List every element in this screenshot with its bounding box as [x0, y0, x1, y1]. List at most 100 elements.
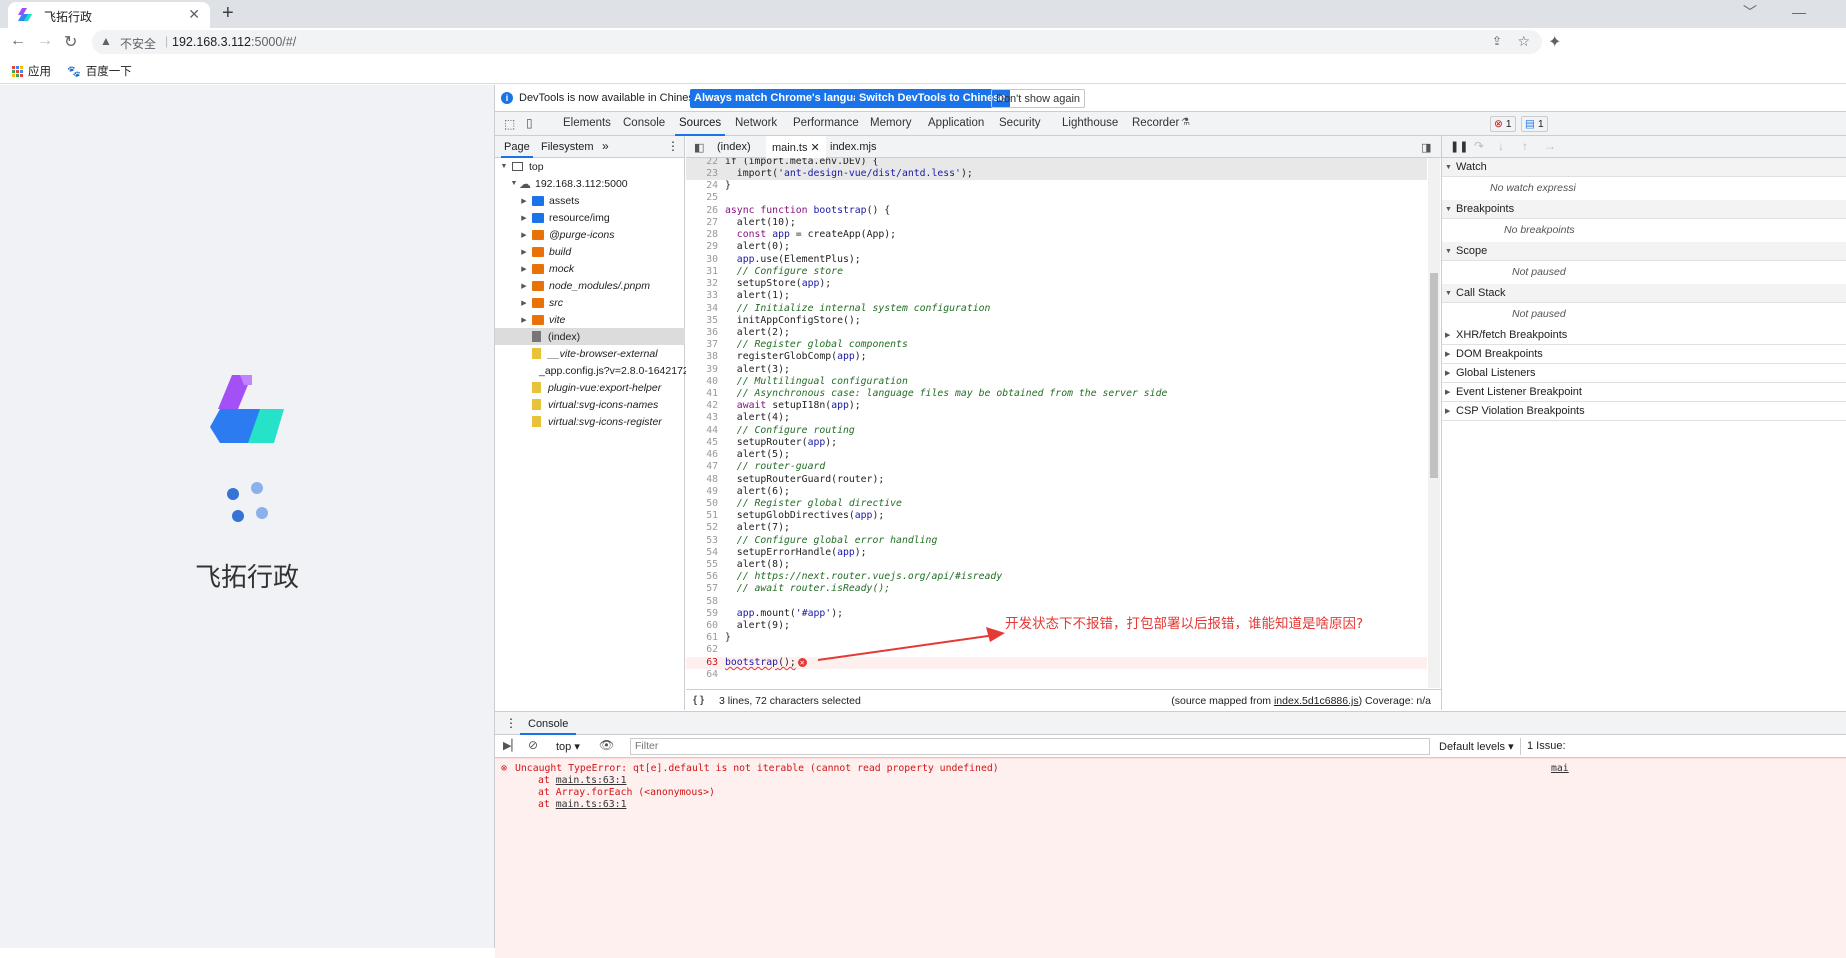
- tree-item-folder[interactable]: ▶ vite: [495, 311, 685, 328]
- stack-link[interactable]: main.ts:63:1: [556, 775, 627, 786]
- tab-memory[interactable]: Memory: [870, 117, 912, 129]
- tree-item-folder[interactable]: ▶ src: [495, 294, 685, 311]
- section-call-stack[interactable]: Call Stack: [1442, 284, 1846, 303]
- step-icon[interactable]: →: [1544, 139, 1556, 153]
- clear-console-icon[interactable]: ⊘: [528, 738, 538, 752]
- drawer-menu-icon[interactable]: ⋮: [505, 716, 517, 730]
- tree-item-folder[interactable]: ▶ node_modules/.pnpm: [495, 277, 685, 294]
- section-scope[interactable]: Scope: [1442, 242, 1846, 261]
- tree-item-folder[interactable]: ▶ mock: [495, 260, 685, 277]
- line-number: 32: [706, 278, 718, 289]
- editor-vscrollbar[interactable]: [1428, 158, 1440, 688]
- tab-filesystem[interactable]: Filesystem: [541, 141, 594, 153]
- share-icon[interactable]: ⇪: [1492, 34, 1502, 48]
- error-source-link[interactable]: mai: [1551, 763, 1569, 774]
- tab-recorder[interactable]: Recorder: [1132, 117, 1179, 129]
- step-into-icon[interactable]: ↓: [1498, 139, 1504, 153]
- pause-icon[interactable]: ❚❚: [1450, 140, 1468, 153]
- bookmark-baidu[interactable]: 🐾 百度一下: [67, 63, 132, 79]
- tree-item-file[interactable]: virtual:svg-icons-register: [495, 413, 685, 430]
- coverage-info: ) Coverage: n/a: [1358, 695, 1431, 707]
- dont-show-again-button[interactable]: Don't show again: [991, 89, 1086, 108]
- tree-item-file[interactable]: virtual:svg-icons-names: [495, 396, 685, 413]
- tree-item-host[interactable]: ▼ ☁ 192.168.3.112:5000: [495, 175, 685, 192]
- tree-item-file-selected[interactable]: (index): [495, 328, 685, 345]
- browser-tab[interactable]: 飞拓行政 ✕: [8, 2, 210, 28]
- section-event-listener-breakpoints[interactable]: Event Listener Breakpoint: [1442, 383, 1846, 402]
- device-toggle-icon[interactable]: ▯: [526, 116, 533, 130]
- tab-performance[interactable]: Performance: [793, 117, 859, 129]
- eye-icon[interactable]: 👁: [599, 738, 614, 752]
- error-count-badge[interactable]: ⊗ 1: [1490, 116, 1516, 132]
- drawer-tab-console[interactable]: Console: [520, 712, 577, 735]
- more-options-icon[interactable]: ⋮: [667, 139, 679, 153]
- close-editor-tab-icon[interactable]: ✕: [811, 142, 820, 154]
- section-global-listeners[interactable]: Global Listeners: [1442, 364, 1846, 383]
- code-line: alert(0);: [725, 241, 790, 252]
- editor-tab-main[interactable]: main.ts ✕: [766, 136, 826, 158]
- section-dom-breakpoints[interactable]: DOM Breakpoints: [1442, 345, 1846, 364]
- sidebar-toggle-icon[interactable]: ▶▏: [503, 739, 520, 752]
- section-breakpoints[interactable]: Breakpoints: [1442, 200, 1846, 219]
- match-language-button[interactable]: Always match Chrome's language: [690, 89, 877, 108]
- message-count-badge[interactable]: ▤ 1: [1521, 116, 1548, 132]
- tab-network[interactable]: Network: [735, 117, 777, 129]
- tree-item-folder[interactable]: ▶ resource/img: [495, 209, 685, 226]
- code-line: // await router.isReady();: [725, 583, 891, 594]
- tree-item-file[interactable]: plugin-vue:export-helper: [495, 379, 685, 396]
- inspect-element-icon[interactable]: ⬚: [504, 117, 515, 131]
- editor-tab-index[interactable]: (index): [717, 141, 751, 153]
- console-filter-input[interactable]: Filter: [630, 738, 1430, 755]
- extensions-icon[interactable]: ✦: [1548, 32, 1561, 52]
- tree-item-file[interactable]: __vite-browser-external: [495, 345, 685, 362]
- window-controls[interactable]: ﹀ —: [1743, 2, 1806, 22]
- tree-item-folder[interactable]: ▶ build: [495, 243, 685, 260]
- stack-link[interactable]: main.ts:63:1: [556, 799, 627, 810]
- tab-sources[interactable]: Sources: [674, 117, 726, 136]
- close-tab-icon[interactable]: ✕: [188, 6, 200, 23]
- scroll-thumb[interactable]: [1430, 273, 1438, 478]
- tree-label: 192.168.3.112:5000: [535, 177, 628, 190]
- tree-item-folder[interactable]: ▶ assets: [495, 192, 685, 209]
- line-number: 46: [706, 449, 718, 460]
- section-watch[interactable]: Watch: [1442, 158, 1846, 177]
- tree-item-folder[interactable]: ▶ @purge-icons: [495, 226, 685, 243]
- section-csp-breakpoints[interactable]: CSP Violation Breakpoints: [1442, 402, 1846, 421]
- editor-tab-indexmjs[interactable]: index.mjs: [830, 141, 876, 153]
- toggle-navigator-icon[interactable]: ◧: [694, 141, 704, 154]
- switch-chinese-button[interactable]: Switch DevTools to Chinese: [855, 89, 1010, 108]
- pretty-print-icon[interactable]: { }: [693, 694, 704, 706]
- tab-security[interactable]: Security: [999, 117, 1041, 129]
- forward-icon[interactable]: →: [37, 32, 53, 50]
- infobar-text: DevTools is now available in Chinese!: [519, 92, 704, 104]
- back-icon[interactable]: ←: [10, 32, 26, 50]
- code-editor[interactable]: 22 if (import.meta.env.DEV) { 23 import('…: [686, 158, 1441, 688]
- error-marker-icon[interactable]: ✕: [797, 658, 807, 667]
- bookmark-star-icon[interactable]: ☆: [1517, 33, 1530, 50]
- context-select[interactable]: top ▾: [556, 740, 580, 753]
- folder-icon: [532, 195, 544, 206]
- step-over-icon[interactable]: ↷: [1474, 139, 1484, 153]
- line-number: 59: [706, 608, 718, 619]
- address-bar[interactable]: ▲ 不安全 | 192.168.3.112:5000/#/ ⇪ ☆: [92, 30, 1542, 54]
- step-out-icon[interactable]: ↑: [1522, 139, 1528, 153]
- section-xhr-breakpoints[interactable]: XHR/fetch Breakpoints: [1442, 326, 1846, 345]
- line-number: 63: [706, 657, 718, 668]
- tree-item-file[interactable]: _app.config.js?v=2.8.0-1642172: [495, 362, 689, 379]
- bookmark-apps[interactable]: 应用: [12, 63, 51, 79]
- more-tabs-icon[interactable]: »: [602, 139, 609, 153]
- source-map-link[interactable]: index.5d1c6886.js: [1274, 695, 1359, 707]
- log-levels-select[interactable]: Default levels ▾: [1439, 740, 1514, 753]
- devtools-infobar: i DevTools is now available in Chinese! …: [495, 85, 1846, 112]
- tab-lighthouse[interactable]: Lighthouse: [1062, 117, 1118, 129]
- issues-button[interactable]: 1 Issue:: [1520, 738, 1566, 755]
- devtools-tabbar: ⬚ ▯ Elements Console Sources Network Per…: [495, 112, 1846, 136]
- tab-application[interactable]: Application: [928, 117, 984, 129]
- reload-icon[interactable]: ↻: [64, 32, 77, 52]
- new-tab-icon[interactable]: +: [222, 2, 234, 25]
- tab-console[interactable]: Console: [623, 117, 665, 129]
- tab-page[interactable]: Page: [501, 141, 533, 158]
- tree-item-top[interactable]: ▼ top: [495, 158, 685, 175]
- tab-elements[interactable]: Elements: [563, 117, 611, 129]
- toggle-debugger-icon[interactable]: ◨: [1421, 141, 1431, 154]
